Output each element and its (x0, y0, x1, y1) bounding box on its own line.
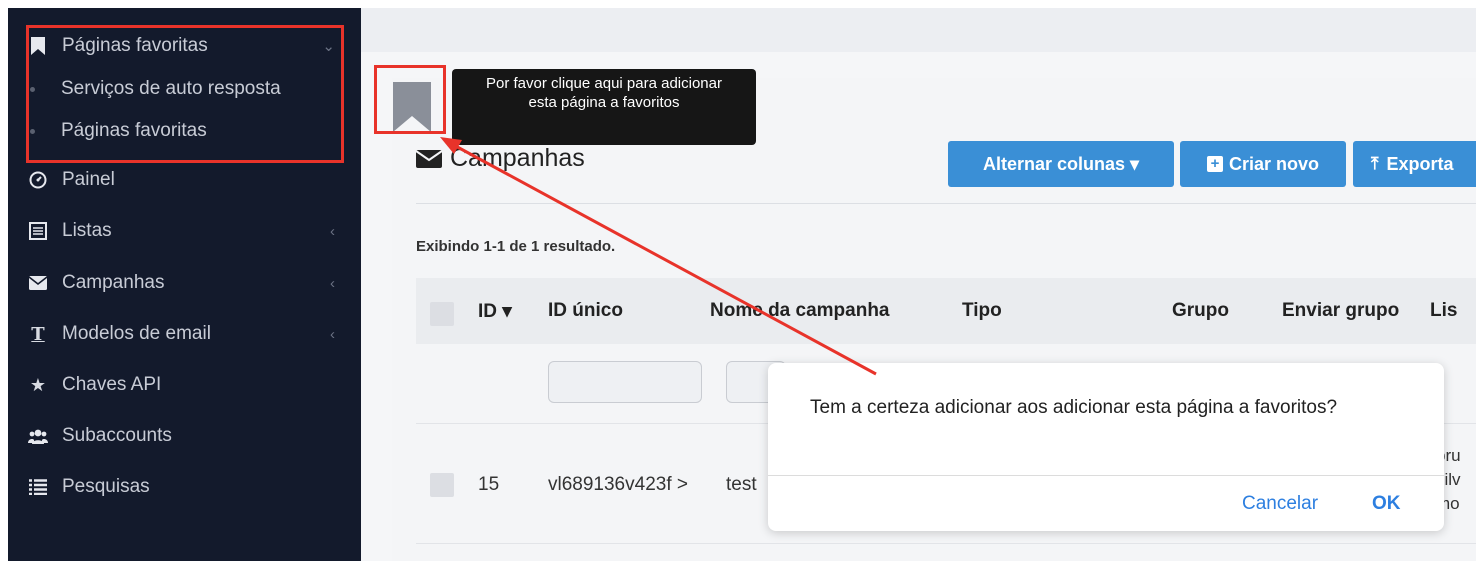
chevron-left-icon: ‹ (330, 274, 335, 292)
sidebar-item-email-templates[interactable]: T Modelos de email ‹ (8, 314, 361, 354)
column-header-send-group[interactable]: Enviar grupo (1282, 300, 1399, 322)
cell-id: 15 (478, 474, 500, 495)
select-all-checkbox[interactable] (430, 302, 454, 326)
create-new-button[interactable]: + Criar novo (1180, 141, 1346, 187)
sidebar-item-listas[interactable]: Listas ‹ (8, 211, 361, 251)
chevron-left-icon: ‹ (330, 222, 335, 240)
sidebar-item-label: Modelos de email (62, 323, 211, 344)
sidebar-item-label: Campanhas (62, 272, 165, 293)
plus-square-icon: + (1206, 156, 1223, 172)
sidebar-item-painel[interactable]: Painel (8, 160, 361, 200)
page-title: Campanhas (416, 144, 585, 173)
favorite-tooltip: Por favor clique aqui para adicionar est… (452, 69, 756, 145)
sidebar-item-label: Painel (62, 169, 115, 190)
cell-campaign-name: test (726, 474, 757, 495)
create-new-label: Criar novo (1228, 153, 1320, 174)
row-divider (416, 543, 1476, 544)
text-icon: T (31, 323, 45, 345)
column-header-group[interactable]: Grupo (1172, 300, 1229, 322)
column-header-list[interactable]: Lis (1430, 300, 1457, 322)
envelope-icon (28, 273, 48, 293)
sidebar-item-label: Subaccounts (62, 425, 172, 446)
column-header-type[interactable]: Tipo (962, 300, 1002, 322)
filter-unique-id-input[interactable] (548, 361, 702, 403)
export-button[interactable]: ⤒ Exporta (1353, 141, 1476, 187)
results-summary: Exibindo 1-1 de 1 resultado. (416, 238, 616, 255)
bookmark-highlight-box (374, 65, 446, 134)
cancel-button[interactable]: Cancelar (1242, 493, 1318, 515)
star-icon: ★ (29, 374, 47, 395)
sidebar-item-label: Pesquisas (62, 476, 150, 497)
export-icon: ⤒ (1371, 154, 1379, 173)
sidebar-item-label: Chaves API (62, 374, 162, 395)
sidebar-item-pesquisas[interactable]: Pesquisas (8, 467, 361, 507)
confirm-dialog-message: Tem a certeza adicionar aos adicionar es… (810, 397, 1338, 418)
column-header-campaign-name[interactable]: Nome da campanha (710, 300, 890, 322)
dialog-divider (768, 475, 1444, 476)
confirm-dialog: Tem a certeza adicionar aos adicionar es… (768, 363, 1444, 531)
sidebar-item-api-keys[interactable]: ★ Chaves API (8, 365, 361, 405)
column-header-id[interactable]: ID ▾ (478, 300, 512, 323)
sidebar-item-campanhas[interactable]: Campanhas ‹ (8, 263, 361, 303)
page-title-text: Campanhas (450, 144, 585, 172)
cell-unique-id[interactable]: vl689136v423f > (548, 474, 688, 496)
column-header-unique-id[interactable]: ID único (548, 300, 623, 322)
dashboard-icon (28, 170, 48, 190)
export-label: Exporta (1386, 153, 1454, 174)
list-icon (28, 221, 48, 241)
list-lines-icon (28, 477, 48, 497)
ok-button[interactable]: OK (1372, 493, 1401, 515)
sidebar: Páginas favoritas ⌄ Serviços de auto res… (8, 8, 361, 561)
top-navbar (361, 8, 1476, 52)
sidebar-item-label: Listas (62, 220, 112, 241)
envelope-icon (416, 149, 442, 168)
users-icon (28, 426, 48, 446)
row-checkbox[interactable] (430, 473, 454, 497)
divider (416, 203, 1476, 204)
sidebar-item-subaccounts[interactable]: Subaccounts (8, 416, 361, 456)
chevron-left-icon: ‹ (330, 325, 335, 343)
toggle-columns-button[interactable]: Alternar colunas ▾ (948, 141, 1174, 187)
favorites-highlight-box (26, 25, 344, 163)
